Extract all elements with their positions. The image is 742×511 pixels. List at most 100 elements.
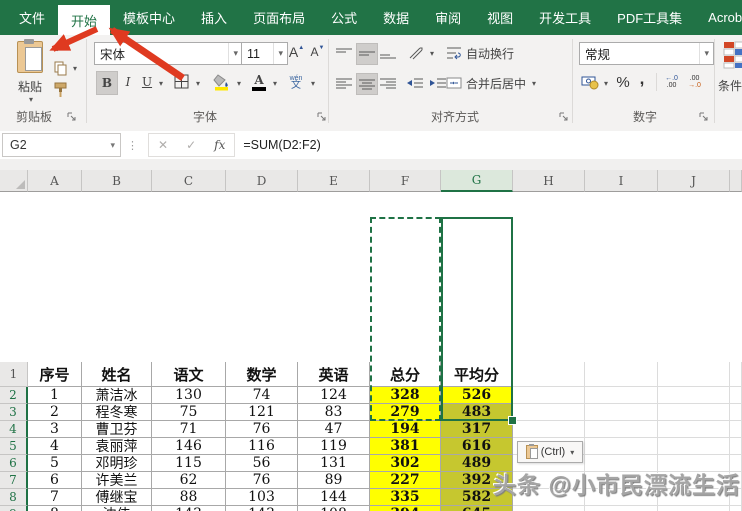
row-header[interactable]: 4 [0,421,28,438]
cell[interactable]: 76 [226,421,298,438]
cell[interactable]: 302 [370,455,441,472]
fill-color-button[interactable] [211,71,233,93]
cell[interactable]: 227 [370,472,441,489]
cell[interactable]: 8 [28,506,82,511]
row-header[interactable]: 3 [0,404,28,421]
column-header[interactable]: B [82,170,152,192]
name-box[interactable]: G2 ▾ [2,133,121,157]
cell[interactable]: 7 [28,489,82,506]
cell[interactable]: 119 [298,438,370,455]
number-dialog-launcher-icon[interactable] [698,111,709,122]
cell[interactable]: 115 [152,455,226,472]
row-header[interactable]: 5 [0,438,28,455]
select-all-corner[interactable] [0,170,28,192]
ribbon-tab[interactable]: PDF工具集 [604,0,695,35]
cell[interactable]: 沈伟 [82,506,152,511]
column-header[interactable] [730,170,742,192]
cell[interactable]: 曹卫芬 [82,421,152,438]
cancel-button[interactable]: ✕ [149,138,177,152]
cell[interactable]: 645 [441,506,513,511]
column-header[interactable]: I [585,170,658,192]
ribbon-tab[interactable]: 页面布局 [240,0,318,35]
column-header[interactable]: D [226,170,298,192]
cell[interactable]: 74 [226,387,298,404]
underline-button[interactable]: U [139,71,155,93]
column-header[interactable]: J [658,170,730,192]
align-bottom-button[interactable] [378,43,398,63]
cell[interactable]: 116 [226,438,298,455]
cell[interactable] [513,387,585,404]
cell[interactable]: 526 [441,387,513,404]
ribbon-tab[interactable]: 数据 [370,0,422,35]
cell[interactable]: 89 [298,472,370,489]
insert-function-button[interactable]: fx [205,138,234,152]
cell[interactable]: 394 [370,506,441,511]
cell[interactable]: 6 [28,472,82,489]
comma-style-button[interactable]: , [635,68,649,90]
formula-text[interactable]: =SUM(D2:F2) [243,138,320,152]
cell[interactable]: 英语 [298,362,370,387]
row-header[interactable]: 7 [0,472,28,489]
cell[interactable]: 143 [226,506,298,511]
paste-button[interactable]: 粘贴 ▾ [8,38,52,104]
underline-dropdown-icon[interactable]: ▾ [159,79,163,88]
fill-handle[interactable] [508,416,517,425]
cell[interactable]: 萧洁冰 [82,387,152,404]
row-header[interactable]: 1 [0,362,28,387]
column-header[interactable]: H [513,170,585,192]
column-header[interactable]: E [298,170,370,192]
column-header[interactable]: C [152,170,226,192]
row-header[interactable]: 6 [0,455,28,472]
row-header[interactable]: 9 [0,506,28,511]
cell[interactable]: 1 [28,387,82,404]
font-dialog-launcher-icon[interactable] [316,111,327,122]
cell[interactable]: 傅继宝 [82,489,152,506]
ribbon-tab[interactable]: 审阅 [422,0,474,35]
cell[interactable] [658,506,730,511]
cell[interactable]: 146 [152,438,226,455]
number-format-combo[interactable]: 常规 ▾ [579,42,714,65]
copy-dropdown-icon[interactable]: ▾ [73,64,77,73]
cell[interactable] [730,387,742,404]
font-name-combo[interactable]: 宋体 ▾ [94,42,243,65]
ribbon-tab[interactable]: 模板中心 [110,0,188,35]
cell[interactable] [585,438,658,455]
cell[interactable]: 121 [226,404,298,421]
font-color-dropdown-icon[interactable]: ▾ [273,79,277,88]
cell[interactable] [658,387,730,404]
phonetic-button[interactable]: wén 文 [285,70,307,94]
cell[interactable]: 序号 [28,362,82,387]
cell[interactable] [585,404,658,421]
increase-indent-button[interactable] [427,73,448,93]
align-center-button[interactable] [356,73,378,95]
decrease-indent-button[interactable] [404,73,425,93]
cell[interactable]: 4 [28,438,82,455]
copy-button[interactable] [52,60,70,76]
cell[interactable]: 姓名 [82,362,152,387]
cell[interactable]: 5 [28,455,82,472]
paste-options-button[interactable]: (Ctrl) ▾ [517,441,583,463]
cell[interactable]: 总分 [370,362,441,387]
cell[interactable]: 279 [370,404,441,421]
decrease-decimal-button[interactable]: .00 →.0 [684,71,705,93]
cell[interactable]: 程冬寒 [82,404,152,421]
cell[interactable]: 76 [226,472,298,489]
cell[interactable]: 47 [298,421,370,438]
orientation-button[interactable] [406,43,426,63]
cell[interactable]: 3 [28,421,82,438]
orientation-dropdown-icon[interactable]: ▾ [430,49,434,58]
cell[interactable] [730,506,742,511]
merge-center-button[interactable]: 合并后居中 ▾ [446,73,568,93]
cell[interactable]: 语文 [152,362,226,387]
accounting-dropdown-icon[interactable]: ▾ [604,79,608,88]
cell[interactable]: 143 [152,506,226,511]
cell[interactable]: 62 [152,472,226,489]
ribbon-tab[interactable]: 视图 [474,0,526,35]
cell[interactable] [513,506,585,511]
ribbon-tab[interactable]: 开始 [58,5,111,35]
cell[interactable] [730,421,742,438]
cell[interactable]: 124 [298,387,370,404]
cell[interactable]: 130 [152,387,226,404]
cell[interactable] [658,362,730,387]
enter-button[interactable]: ✓ [177,138,205,152]
